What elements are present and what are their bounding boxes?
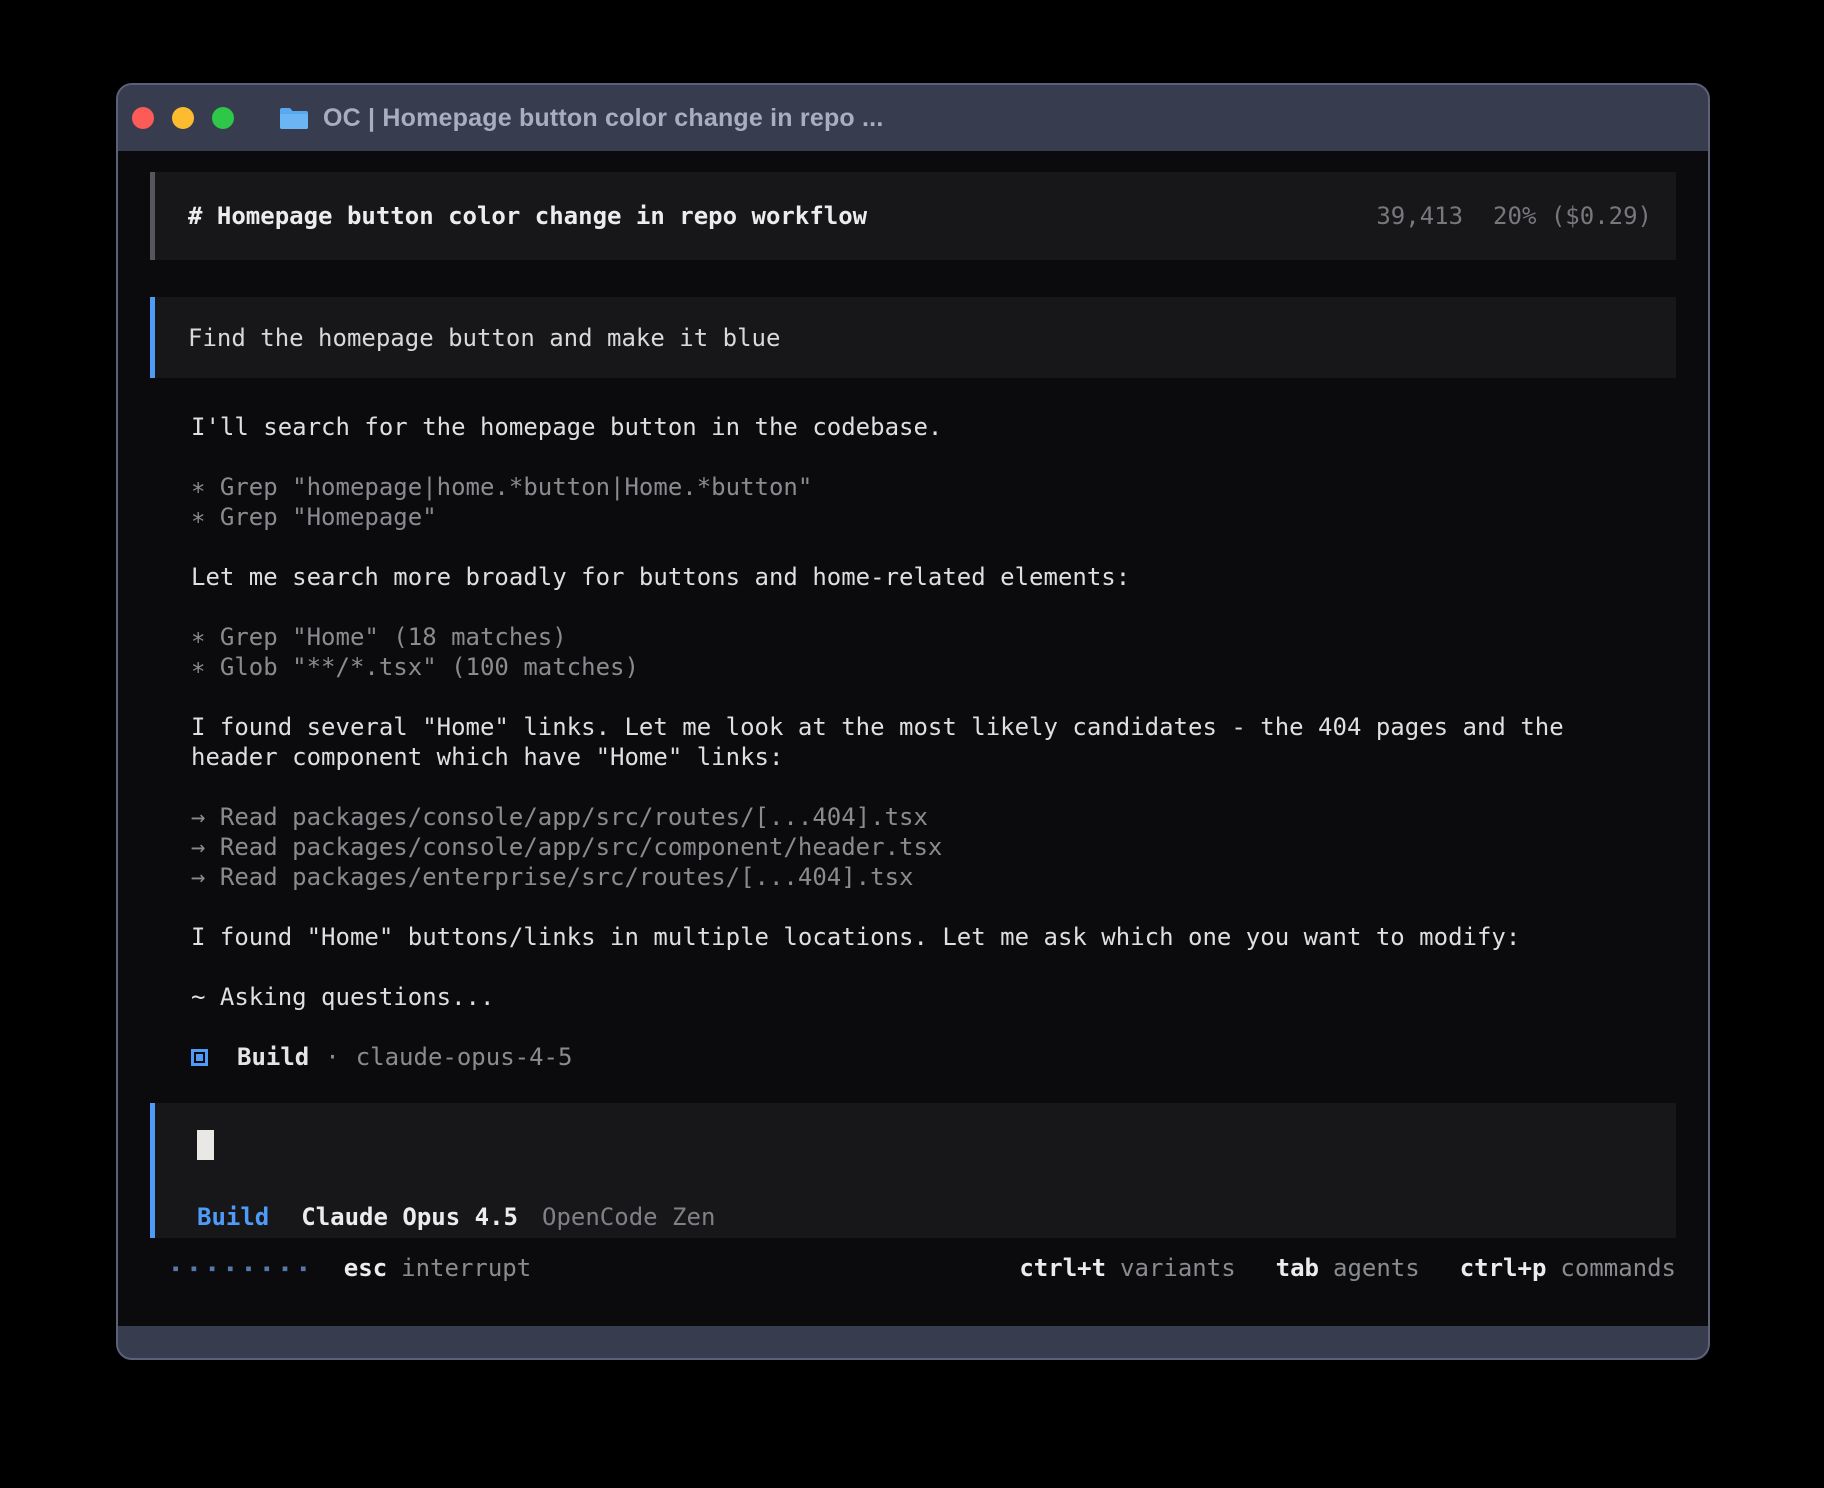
agent-model: claude-opus-4-5 bbox=[356, 1042, 573, 1072]
status-bar: ▪▪▪▪▪▪▪▪ esc interrupt ctrl+t variants t… bbox=[172, 1253, 1676, 1283]
tool-call-read: → Read packages/enterprise/src/routes/[.… bbox=[191, 862, 1676, 892]
terminal-window: OC | Homepage button color change in rep… bbox=[116, 83, 1710, 1360]
input-model-label: Claude Opus 4.5 bbox=[301, 1202, 518, 1232]
close-button[interactable] bbox=[132, 107, 154, 129]
user-message: Find the homepage button and make it blu… bbox=[150, 297, 1676, 378]
shortcut-label: variants bbox=[1120, 1254, 1236, 1282]
tool-call-grep: ∗ Grep "Home" (18 matches) bbox=[191, 622, 1676, 652]
shortcut-variants: ctrl+t variants bbox=[1019, 1254, 1235, 1282]
shortcut-agents: tab agents bbox=[1276, 1254, 1420, 1282]
window-controls bbox=[132, 107, 234, 129]
esc-key-label: interrupt bbox=[401, 1254, 531, 1282]
assistant-message: Let me search more broadly for buttons a… bbox=[191, 562, 1676, 592]
active-agent-line: Build · claude-opus-4-5 bbox=[191, 1042, 1676, 1072]
tool-call-read: → Read packages/console/app/src/componen… bbox=[191, 832, 1676, 862]
tool-call-grep: ∗ Grep "homepage|home.*button|Home.*butt… bbox=[191, 472, 1676, 502]
status-bar-left: ▪▪▪▪▪▪▪▪ esc interrupt bbox=[172, 1253, 531, 1283]
session-header: # Homepage button color change in repo w… bbox=[150, 172, 1676, 260]
spinner-dots: ▪▪▪▪▪▪▪▪ bbox=[172, 1253, 318, 1283]
agent-build-icon bbox=[191, 1049, 208, 1066]
terminal-content: # Homepage button color change in repo w… bbox=[118, 151, 1708, 1326]
shortcut-key: tab bbox=[1276, 1254, 1319, 1282]
input-status-row: Build Claude Opus 4.5 OpenCode Zen bbox=[197, 1202, 1676, 1232]
zoom-button[interactable] bbox=[212, 107, 234, 129]
prompt-input[interactable]: Build Claude Opus 4.5 OpenCode Zen bbox=[150, 1103, 1676, 1238]
assistant-message: I'll search for the homepage button in t… bbox=[191, 412, 1676, 442]
session-title: # Homepage button color change in repo w… bbox=[188, 202, 867, 230]
conversation: I'll search for the homepage button in t… bbox=[191, 412, 1676, 1072]
shortcut-label: commands bbox=[1560, 1254, 1676, 1282]
shortcut-commands: ctrl+p commands bbox=[1460, 1254, 1676, 1282]
session-stats: 39,413 20% ($0.29) bbox=[1376, 202, 1652, 230]
assistant-status-line: ~ Asking questions... bbox=[191, 982, 1676, 1012]
shortcut-key: ctrl+p bbox=[1460, 1254, 1547, 1282]
user-message-text: Find the homepage button and make it blu… bbox=[188, 324, 780, 352]
esc-key-hint: esc bbox=[344, 1254, 387, 1282]
window-titlebar[interactable]: OC | Homepage button color change in rep… bbox=[118, 85, 1708, 151]
agent-separator: · bbox=[325, 1042, 339, 1072]
tool-call-glob: ∗ Glob "**/*.tsx" (100 matches) bbox=[191, 652, 1676, 682]
folder-icon bbox=[279, 106, 309, 130]
assistant-message: I found several "Home" links. Let me loo… bbox=[191, 712, 1651, 772]
token-count: 39,413 bbox=[1376, 202, 1463, 230]
agent-name: Build bbox=[237, 1042, 309, 1072]
text-cursor bbox=[197, 1130, 214, 1160]
input-agent-badge[interactable]: Build bbox=[197, 1202, 269, 1232]
tool-call-grep: ∗ Grep "Homepage" bbox=[191, 502, 1676, 532]
window-title: OC | Homepage button color change in rep… bbox=[323, 104, 883, 133]
minimize-button[interactable] bbox=[172, 107, 194, 129]
status-bar-right: ctrl+t variants tab agents ctrl+p comman… bbox=[1019, 1254, 1676, 1282]
shortcut-label: agents bbox=[1333, 1254, 1420, 1282]
tool-call-read: → Read packages/console/app/src/routes/[… bbox=[191, 802, 1676, 832]
context-cost: 20% ($0.29) bbox=[1493, 202, 1652, 230]
shortcut-key: ctrl+t bbox=[1019, 1254, 1106, 1282]
assistant-message: I found "Home" buttons/links in multiple… bbox=[191, 922, 1676, 952]
input-provider-label: OpenCode Zen bbox=[542, 1202, 715, 1232]
